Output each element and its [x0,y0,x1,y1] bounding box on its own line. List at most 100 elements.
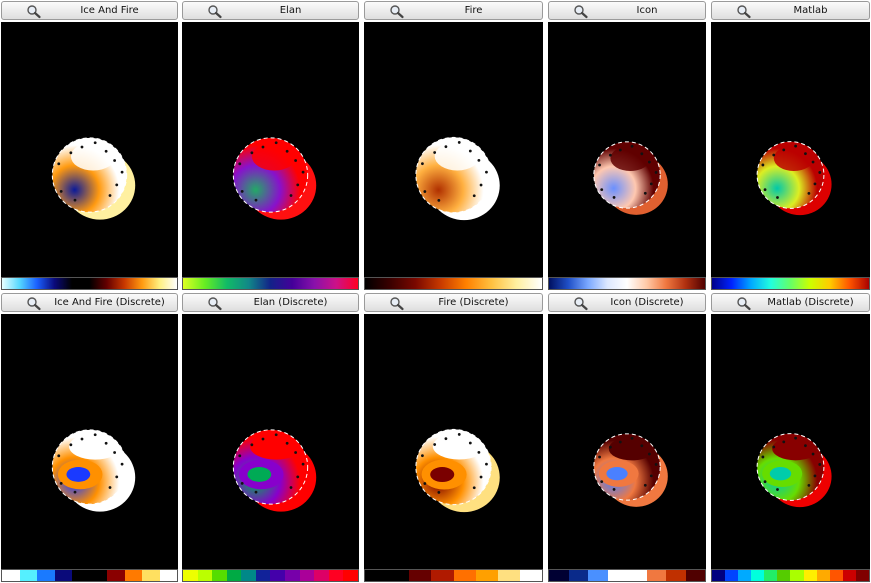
panel-header-button[interactable]: Matlab (Discrete) [711,293,870,312]
electrode-dot [600,480,604,483]
colorbar [182,277,359,290]
electrode-dot [120,170,124,174]
colorbar-segment [183,570,198,581]
electrode-dot [113,451,117,454]
electrode-dot [274,433,278,437]
electrode-dot [804,152,807,156]
panel-header-button[interactable]: Matlab [711,1,870,20]
field-blob [610,145,651,172]
electrode-dot [761,455,765,459]
topography-plot [711,314,870,569]
electrode-dot [485,170,488,174]
electrode-dot [423,190,427,193]
magnifier-icon [390,5,404,19]
electrode-dot [608,445,612,449]
colorbar-segment [285,570,300,581]
colorbar-segment [725,570,739,581]
colorbar-segment [212,570,227,581]
electrode-dot [477,450,481,454]
panel-header-button[interactable]: Ice And Fire (Discrete) [1,293,178,312]
colorbar-segment [685,570,705,581]
colorbar-segment [751,570,765,581]
colorbar-segment [453,570,476,581]
electrode-dot [301,462,305,466]
panel-elan-discrete: Elan (Discrete) [182,293,359,582]
electrode-dot [477,158,481,162]
electrode-dot [612,488,616,491]
electrode-dot [238,454,242,458]
colorbar [711,277,870,290]
electrode-dot [108,194,112,197]
colorbar-segment [646,570,666,581]
panel-title: Elan [279,5,302,16]
panel-header-button[interactable]: Icon [548,1,706,20]
electrode-dot [618,148,622,152]
magnifier-icon [27,5,41,19]
colorbar-segment [142,570,160,581]
electrode-dot [296,183,300,187]
contour-band [69,433,122,460]
colorbar-segment [226,570,242,581]
electrode-dot [80,437,84,441]
panel-header-button[interactable]: Icon (Discrete) [548,293,706,312]
magnifier-icon [390,297,404,311]
panel-matlab-discrete: Matlab (Discrete) [711,293,870,582]
panel-header-button[interactable]: Ice And Fire [1,1,178,20]
colorbar-segment [607,570,627,581]
electrode-dot [807,192,811,195]
electrode-dot [598,163,601,167]
electrode-dot [763,188,767,192]
colorbar-segment [124,570,142,581]
colorbar-segment [72,570,90,581]
colorbar-segment [37,570,55,581]
electrode-dot [776,488,779,491]
panel-header-button[interactable]: Elan [182,1,359,20]
colorbar-segment [159,570,177,581]
panel-title: Fire (Discrete) [438,297,509,308]
electrode-dot [294,159,298,162]
panel-header-button[interactable]: Elan (Discrete) [182,293,359,312]
electrode-dot [485,462,488,466]
electrode-dot [289,194,293,197]
electrode-dot [643,191,647,195]
electrode-dot [423,482,427,485]
electrode-dot [468,149,472,153]
electrode-dot [654,463,658,466]
colorbar-segment [387,570,410,581]
colorbar-segment [197,570,213,581]
colorbar-segment [738,570,752,581]
topography-plot [364,314,543,569]
electrode-dot [600,188,604,191]
colorbar-segment [803,570,817,581]
electrode-dot [479,475,483,479]
electrode-dot [649,474,653,478]
electrode-dot [782,440,786,444]
electrode-dot [115,183,119,187]
electrode-dot [80,145,84,149]
panel-title: Matlab (Discrete) [767,297,854,308]
contour-band [66,467,91,482]
head-map [415,136,500,221]
electrode-dot [472,486,476,490]
electrode-dot [73,198,77,202]
head-map [756,433,832,508]
electrode-dot [240,481,244,485]
electrode-dot [630,436,634,440]
contour-band [247,467,272,482]
electrode-dot [640,444,644,448]
electrode-dot [807,484,811,487]
contour-band [608,437,656,461]
field-blob [434,141,480,171]
electrode-dot [763,480,767,484]
electrode-dot [479,183,483,187]
colorbar-segment [343,570,358,581]
panel-header-button[interactable]: Fire (Discrete) [364,293,543,312]
colorbar-segment [519,570,542,581]
electrode-dot [608,153,612,157]
electrode-dot [811,160,815,164]
panel-title: Fire [464,5,483,16]
panel-header-button[interactable]: Fire [364,1,543,20]
colorbar-segment [19,570,37,581]
colorbar-segment [855,570,869,581]
head-map [232,429,317,512]
